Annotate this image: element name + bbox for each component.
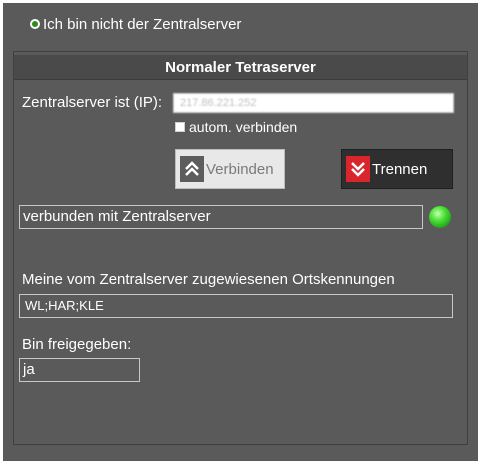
connect-label: Verbinden (206, 160, 274, 178)
status-led-icon (429, 206, 451, 228)
panel-title: Normaler Tetraserver (14, 55, 467, 80)
auto-connect-label: autom. verbinden (189, 119, 298, 135)
released-field: ja (19, 358, 140, 382)
double-chevron-up-icon (180, 156, 204, 182)
location-codes-field: WL;HAR;KLE (19, 294, 453, 318)
radio-button[interactable] (30, 19, 40, 29)
auto-connect-option[interactable]: autom. verbinden (175, 119, 297, 135)
location-codes-label: Meine vom Zentralserver zugewiesenen Ort… (22, 271, 395, 288)
double-chevron-down-icon (346, 156, 370, 182)
settings-window: Ich bin nicht der Zentralserver Normaler… (3, 3, 478, 461)
disconnect-label: Trennen (372, 160, 428, 178)
radio-label: Ich bin nicht der Zentralserver (43, 15, 242, 33)
connection-status: verbunden mit Zentralserver (19, 205, 423, 229)
auto-connect-checkbox[interactable] (175, 122, 185, 132)
ip-label: Zentralserver ist (IP): (22, 94, 163, 111)
tetraserver-panel: Normaler Tetraserver Zentralserver ist (… (13, 51, 468, 445)
ip-input[interactable]: 217.86.221.252 (173, 93, 454, 113)
released-label: Bin freigegeben: (22, 336, 132, 353)
disconnect-button[interactable]: Trennen (341, 149, 453, 189)
connect-button[interactable]: Verbinden (175, 149, 285, 189)
mode-radio-option[interactable]: Ich bin nicht der Zentralserver (30, 14, 241, 34)
